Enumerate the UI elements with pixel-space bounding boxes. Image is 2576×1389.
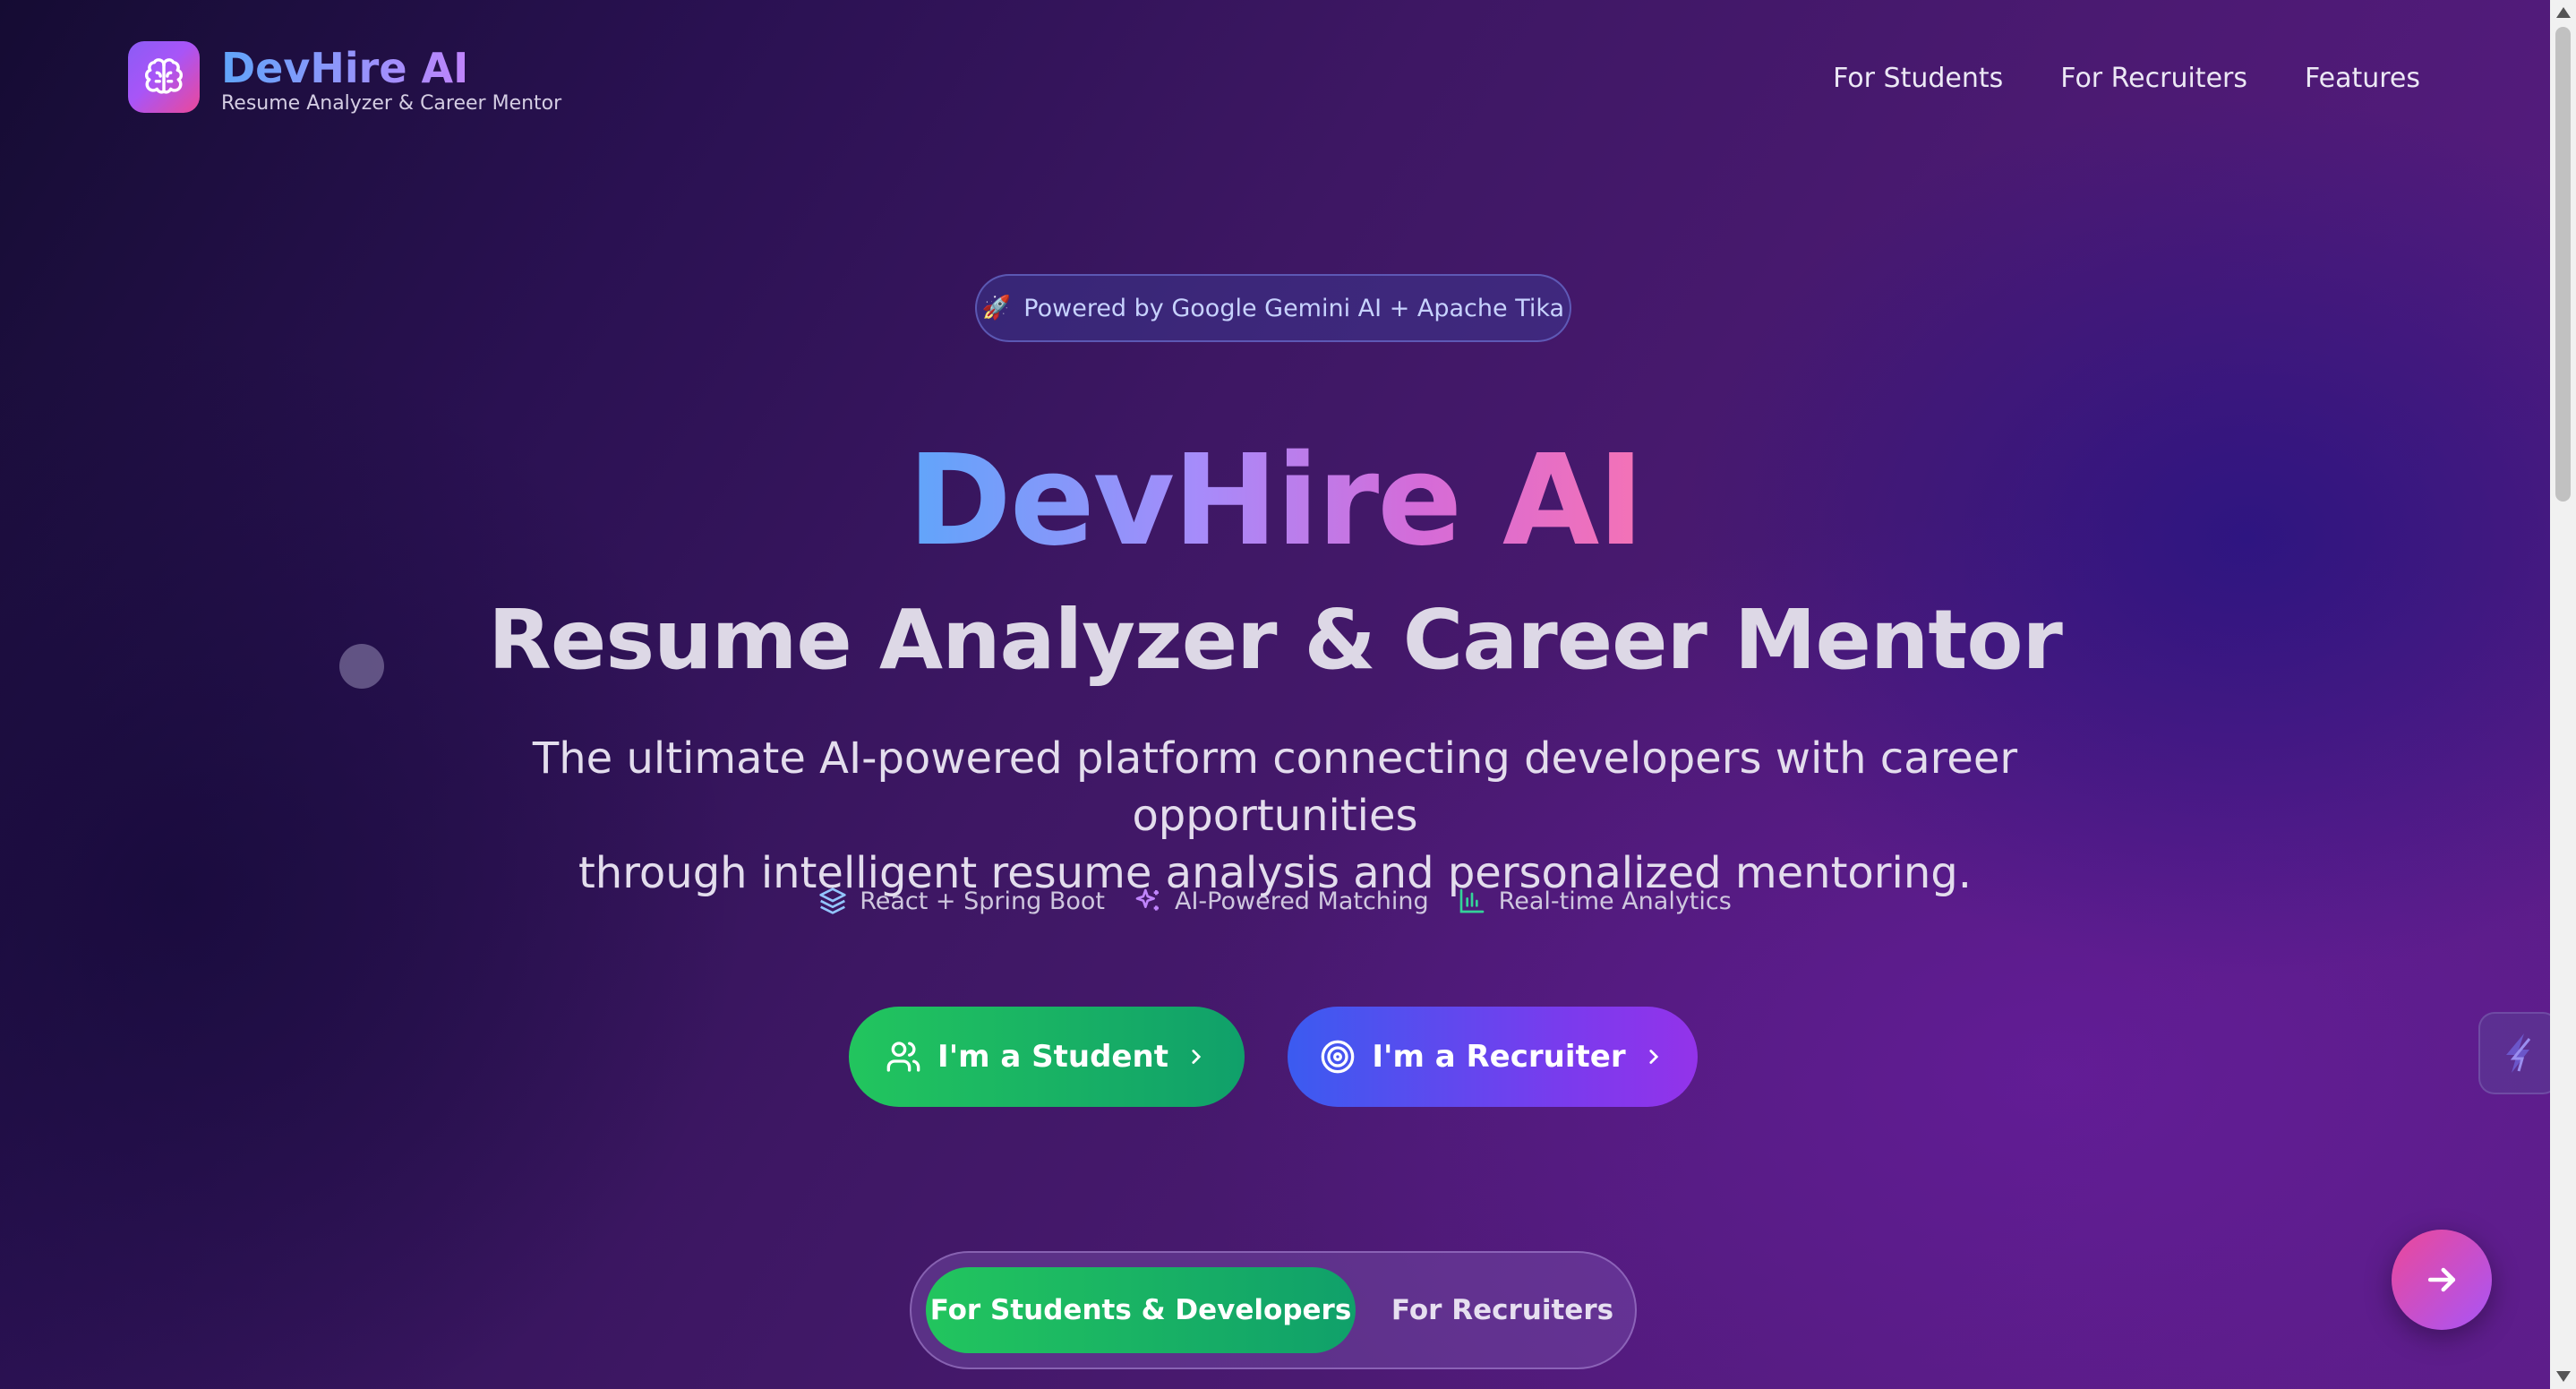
brand-name[interactable]: DevHire AI [221, 41, 468, 95]
feature-item: AI-Powered Matching [1134, 887, 1429, 915]
chevron-right-icon [1192, 1050, 1202, 1064]
page: DevHire AI Resume Analyzer & Career Ment… [0, 0, 2559, 1389]
hero-title: DevHire AI [0, 430, 2550, 573]
side-extension-widget[interactable] [2478, 1012, 2559, 1094]
im-a-recruiter-button[interactable]: I'm a Recruiter [1288, 1007, 1698, 1107]
nav-link-for-recruiters[interactable]: For Recruiters [2060, 63, 2247, 94]
feature-item: React + Spring Boot [818, 887, 1105, 915]
tab-recruiters[interactable]: For Recruiters [1386, 1267, 1619, 1353]
powered-by-badge: 🚀 Powered by Google Gemini AI + Apache T… [975, 274, 1571, 342]
im-a-student-label: I'm a Student [937, 1039, 1168, 1075]
hero-description-line-1: The ultimate AI-powered platform connect… [532, 733, 2018, 841]
chevron-right-icon [1649, 1050, 1658, 1064]
sparkles-icon [1135, 888, 1159, 911]
extension-logo-icon [2506, 1033, 2531, 1073]
nav-link-features[interactable]: Features [2305, 63, 2420, 94]
scroll-up-arrow-icon[interactable] [2556, 7, 2571, 18]
im-a-student-button[interactable]: I'm a Student [849, 1007, 1245, 1107]
feature-label: React + Spring Boot [860, 887, 1105, 915]
hero-description: The ultimate AI-powered platform connect… [448, 730, 2102, 902]
brand-logo[interactable] [128, 41, 200, 113]
scroll-down-arrow-icon[interactable] [2556, 1371, 2571, 1382]
im-a-recruiter-label: I'm a Recruiter [1372, 1039, 1626, 1075]
scrollbar-thumb[interactable] [2555, 27, 2571, 502]
bar-chart-icon [1459, 888, 1485, 913]
badge-text: Powered by Google Gemini AI + Apache Tik… [1023, 294, 1565, 322]
page-scrollbar[interactable] [2550, 0, 2576, 1389]
hero-title-text: DevHire AI [907, 428, 1645, 574]
brain-icon [144, 58, 184, 94]
target-icon [1322, 1040, 1355, 1074]
arrow-right-icon [2427, 1267, 2456, 1292]
feature-list: React + Spring Boot AI-Powered Matching … [0, 887, 2550, 915]
brand-subtitle: Resume Analyzer & Career Mentor [221, 92, 562, 115]
feature-item: Real-time Analytics [1458, 887, 1732, 915]
hero-subtitle: Resume Analyzer & Career Mentor [488, 592, 2063, 688]
audience-toggle: For Students & Developers For Recruiters [910, 1251, 1637, 1369]
tab-students-developers[interactable]: For Students & Developers [926, 1267, 1356, 1353]
feature-label: Real-time Analytics [1498, 887, 1732, 915]
top-nav: For Students For Recruiters Features [1833, 63, 2420, 94]
users-icon [886, 1042, 920, 1072]
nav-link-for-students[interactable]: For Students [1833, 63, 2003, 94]
floating-arrow-button[interactable] [2392, 1230, 2492, 1330]
feature-label: AI-Powered Matching [1174, 887, 1429, 915]
layers-icon [819, 887, 846, 914]
rocket-icon: 🚀 [981, 295, 1012, 322]
